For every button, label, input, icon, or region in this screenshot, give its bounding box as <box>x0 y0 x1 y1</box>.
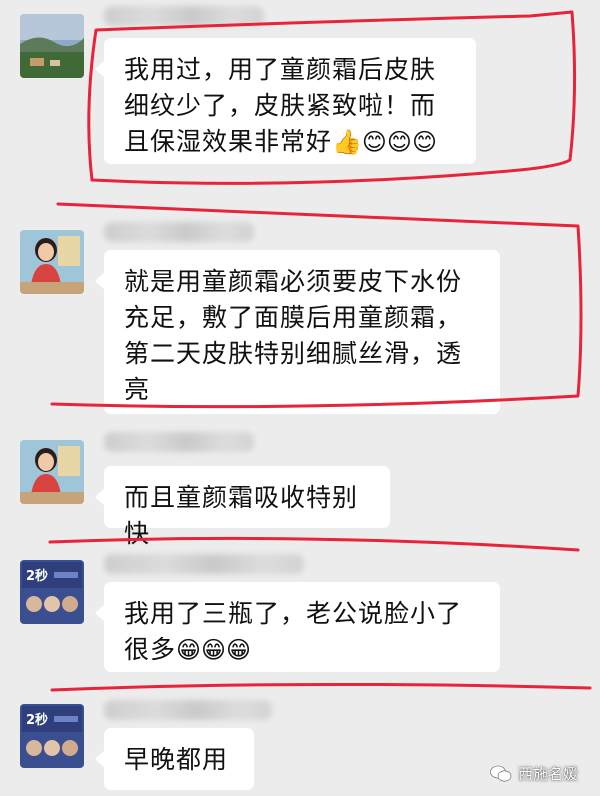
wechat-icon <box>490 765 512 783</box>
product-ad-text: 2秒 <box>26 712 48 728</box>
watermark-label: 西施名媛 <box>517 765 578 783</box>
message-bubble[interactable]: 早晚都用 <box>95 728 254 790</box>
message-bubble[interactable]: 我用过，用了童颜霜后皮肤细纹少了，皮肤紧致啦！而且保湿效果非常好👍😊😊😊 <box>95 38 476 164</box>
avatar-product-ad[interactable]: 2秒 <box>20 704 84 768</box>
message-bubble[interactable]: 我用了三瓶了，老公说脸小了很多😁😁😁 <box>95 582 500 672</box>
sender-name-redacted <box>104 222 254 242</box>
sender-name-redacted <box>104 6 264 26</box>
product-ad-avatar-image: 2秒 <box>20 704 84 768</box>
message-text: 而且童颜霜吸收特别快 <box>124 483 359 548</box>
avatar-product-ad[interactable]: 2秒 <box>20 560 84 624</box>
sender-name-redacted <box>104 432 254 452</box>
emoji-group: 👍😊😊😊 <box>332 128 437 156</box>
landscape-avatar-image <box>20 14 84 78</box>
sender-name-redacted <box>104 700 272 720</box>
product-ad-avatar-image: 2秒 <box>20 560 84 624</box>
avatar-woman[interactable] <box>20 230 84 294</box>
underline-2 <box>50 682 592 692</box>
emoji-group: 😁😁😁 <box>176 636 252 664</box>
woman-avatar-image <box>20 230 84 294</box>
message-text: 我用了三瓶了，老公说脸小了很多 <box>124 599 463 664</box>
woman-avatar-image <box>20 440 84 504</box>
sender-name-redacted <box>104 554 304 574</box>
message-bubble[interactable]: 就是用童颜霜必须要皮下水份充足，敷了面膜后用童颜霜，第二天皮肤特别细腻丝滑，透亮 <box>95 250 500 414</box>
watermark: 西施名媛 <box>490 763 578 784</box>
message-bubble[interactable]: 而且童颜霜吸收特别快 <box>95 466 390 548</box>
product-ad-text: 2秒 <box>26 568 48 584</box>
message-text: 早晚都用 <box>124 745 229 774</box>
avatar-landscape[interactable] <box>20 14 84 78</box>
message-text: 就是用童颜霜必须要皮下水份充足，敷了面膜后用童颜霜，第二天皮肤特别细腻丝滑，透亮 <box>124 267 463 404</box>
avatar-woman[interactable] <box>20 440 84 504</box>
